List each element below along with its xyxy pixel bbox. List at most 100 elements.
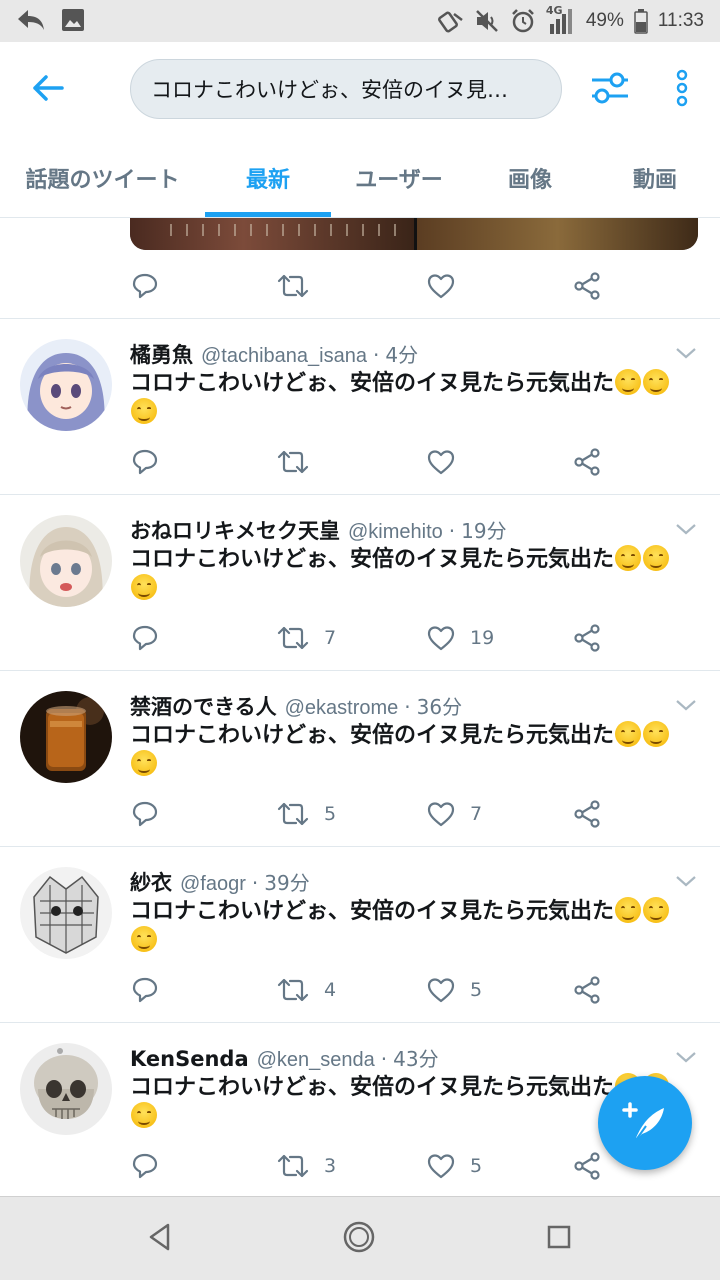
- reply-button[interactable]: [130, 1144, 160, 1188]
- like-button[interactable]: [426, 440, 470, 484]
- retweet-icon: [276, 976, 310, 1004]
- nav-back-button[interactable]: [140, 1219, 180, 1259]
- more-options-button[interactable]: [660, 66, 704, 114]
- share-icon: [572, 271, 602, 301]
- share-button[interactable]: [572, 264, 602, 308]
- tweet-text-content: コロナこわいけどぉ、安倍のイヌ見たら元気出た: [130, 723, 615, 748]
- retweet-icon: [276, 448, 310, 476]
- user-name[interactable]: KenSenda: [130, 1047, 249, 1071]
- tab-latest[interactable]: 最新: [205, 138, 331, 218]
- tweet-menu-button[interactable]: [672, 1047, 700, 1067]
- tweet-media[interactable]: [130, 218, 698, 250]
- smiling-face-emoji: [131, 574, 157, 600]
- retweet-icon: [276, 272, 310, 300]
- retweet-button[interactable]: 4: [276, 968, 336, 1012]
- like-button[interactable]: 5: [426, 1144, 482, 1188]
- smiling-face-emoji: [131, 1102, 157, 1128]
- reply-notification-icon: [16, 6, 46, 34]
- avatar[interactable]: [20, 867, 112, 959]
- user-name[interactable]: 禁酒のできる人: [130, 691, 277, 721]
- tweet-text-content: コロナこわいけどぉ、安倍のイヌ見たら元気出た: [130, 1075, 615, 1100]
- tweet-item[interactable]: 禁酒のできる人 @ekastrome · 36分 コロナこわいけどぉ、安倍のイヌ…: [0, 671, 720, 847]
- tweet-menu-button[interactable]: [672, 343, 700, 363]
- retweet-button[interactable]: [276, 264, 310, 308]
- smiling-face-emoji: [615, 897, 642, 923]
- retweet-count: 7: [324, 627, 337, 649]
- user-handle[interactable]: @faogr: [180, 873, 246, 896]
- tweet-feed[interactable]: 橘勇魚 @tachibana_isana · 4分 コロナこわいけどぉ、安倍のイ…: [0, 218, 720, 1196]
- search-filter-button[interactable]: [586, 66, 634, 114]
- tweet-item[interactable]: 紗衣 @faogr · 39分 コロナこわいけどぉ、安倍のイヌ見たら元気出た 4…: [0, 847, 720, 1023]
- separator-dot: ·: [251, 871, 259, 895]
- share-icon: [572, 623, 602, 653]
- user-handle[interactable]: @kimehito: [348, 521, 443, 544]
- smiling-face-emoji: [615, 721, 642, 747]
- mute-icon: [474, 8, 500, 34]
- smiling-face-emoji: [643, 897, 670, 923]
- user-name[interactable]: 紗衣: [130, 867, 172, 897]
- tweet-item[interactable]: 橘勇魚 @tachibana_isana · 4分 コロナこわいけどぉ、安倍のイ…: [0, 319, 720, 495]
- separator-dot: ·: [380, 1047, 388, 1071]
- more-vertical-icon: [675, 69, 689, 111]
- retweet-icon: [276, 1152, 310, 1180]
- compose-tweet-button[interactable]: [598, 1076, 692, 1170]
- tweet-actions: 7 19: [130, 616, 630, 660]
- avatar[interactable]: [20, 691, 112, 783]
- app-bar: コロナこわいけどぉ、安倍のイヌ見…: [0, 42, 720, 138]
- tweet-menu-button[interactable]: [672, 519, 700, 539]
- avatar[interactable]: [20, 339, 112, 431]
- tweet-time: 39分: [264, 871, 310, 895]
- separator-dot: ·: [448, 519, 456, 543]
- user-handle[interactable]: @tachibana_isana: [201, 345, 367, 368]
- like-count: 5: [470, 979, 483, 1001]
- nav-home-button[interactable]: [339, 1219, 379, 1259]
- tweet-menu-button[interactable]: [672, 695, 700, 715]
- retweet-button[interactable]: [276, 440, 324, 484]
- retweet-button[interactable]: 7: [276, 616, 336, 660]
- tab-people[interactable]: ユーザー: [338, 138, 460, 218]
- avatar[interactable]: [20, 1043, 112, 1135]
- search-input[interactable]: コロナこわいけどぉ、安倍のイヌ見…: [130, 59, 562, 119]
- tweet-menu-button[interactable]: [672, 871, 700, 891]
- retweet-button[interactable]: 5: [276, 792, 336, 836]
- share-button[interactable]: [572, 792, 602, 836]
- like-button[interactable]: 7: [426, 792, 482, 836]
- smiling-face-emoji: [131, 926, 157, 952]
- reply-button[interactable]: [130, 792, 160, 836]
- retweet-button[interactable]: 3: [276, 1144, 336, 1188]
- like-button[interactable]: [426, 264, 456, 308]
- signal-icon: 4G: [546, 4, 576, 36]
- user-handle[interactable]: @ekastrome: [285, 697, 399, 720]
- reply-icon: [130, 799, 160, 829]
- back-button[interactable]: [22, 66, 74, 114]
- smiling-face-emoji: [643, 369, 670, 395]
- square-recents-icon: [546, 1224, 572, 1254]
- triangle-back-icon: [146, 1222, 174, 1256]
- tweet-item[interactable]: おねロリキメセク天皇 @kimehito · 19分 コロナこわいけどぉ、安倍の…: [0, 495, 720, 671]
- user-name[interactable]: おねロリキメセク天皇: [130, 515, 340, 545]
- share-button[interactable]: [572, 616, 602, 660]
- like-count: 19: [470, 627, 495, 649]
- reply-button[interactable]: [130, 264, 160, 308]
- share-button[interactable]: [572, 1144, 602, 1188]
- reply-button[interactable]: [130, 968, 160, 1012]
- reply-icon: [130, 623, 160, 653]
- share-button[interactable]: [572, 440, 602, 484]
- tweet-header: 紗衣 @faogr · 39分: [130, 867, 670, 897]
- like-button[interactable]: 19: [426, 616, 494, 660]
- search-query-text: コロナこわいけどぉ、安倍のイヌ見…: [151, 78, 508, 102]
- like-button[interactable]: 5: [426, 968, 482, 1012]
- reply-button[interactable]: [130, 616, 160, 660]
- user-name[interactable]: 橘勇魚: [130, 339, 193, 369]
- share-button[interactable]: [572, 968, 602, 1012]
- chevron-down-icon: [672, 524, 700, 543]
- nav-recents-button[interactable]: [539, 1219, 579, 1259]
- tab-top[interactable]: 話題のツイート: [10, 138, 195, 218]
- tab-photos[interactable]: 画像: [480, 138, 580, 218]
- tab-videos[interactable]: 動画: [605, 138, 705, 218]
- user-handle[interactable]: @ken_senda: [257, 1049, 375, 1072]
- reply-button[interactable]: [130, 440, 160, 484]
- sliders-icon: [590, 71, 630, 109]
- avatar[interactable]: [20, 515, 112, 607]
- reply-icon: [130, 975, 160, 1005]
